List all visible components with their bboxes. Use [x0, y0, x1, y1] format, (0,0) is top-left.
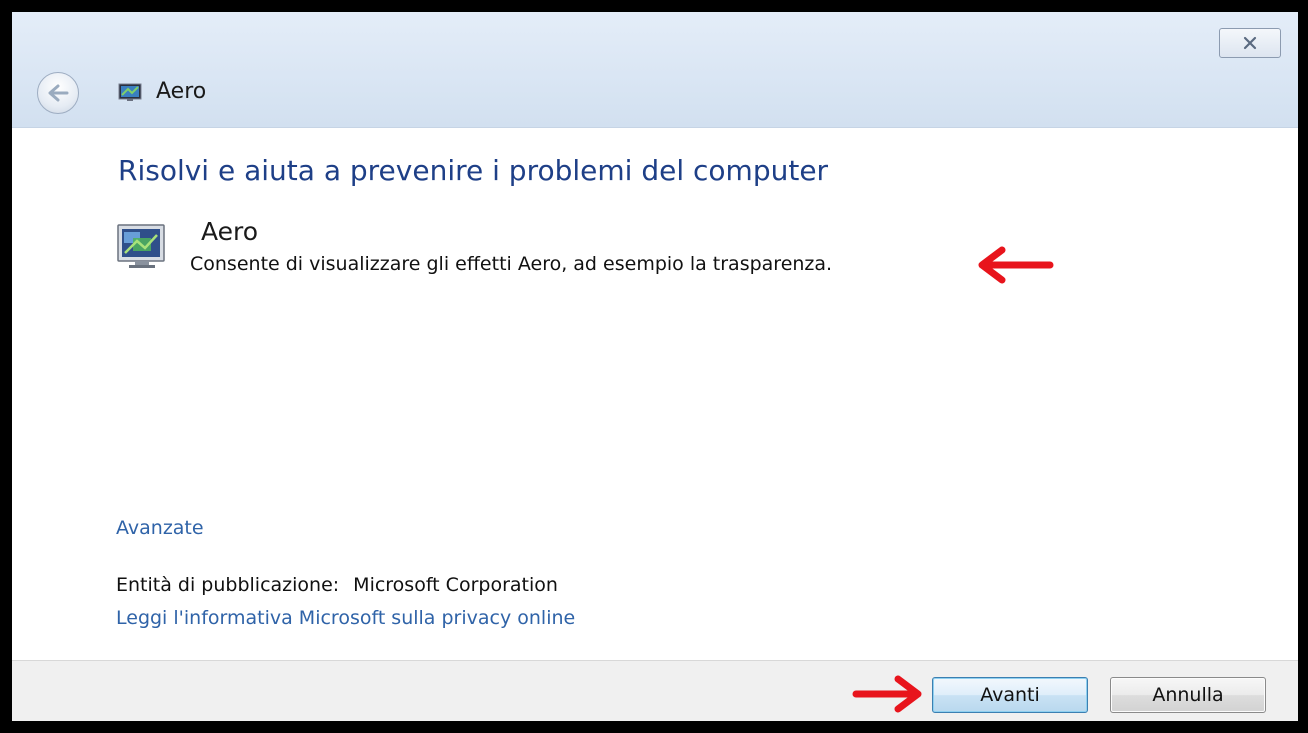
close-button[interactable] — [1219, 28, 1281, 58]
item-title[interactable]: Aero — [201, 217, 258, 246]
footer-bar: Avanti Annulla — [12, 660, 1298, 721]
publisher-label: Entità di pubblicazione: — [116, 574, 340, 596]
close-icon — [1243, 36, 1257, 50]
back-arrow-icon — [48, 84, 69, 102]
advanced-link[interactable]: Avanzate — [116, 517, 204, 539]
window-title: Aero — [156, 79, 207, 104]
item-description: Consente di visualizzare gli effetti Aer… — [190, 253, 833, 275]
page-heading: Risolvi e aiuta a prevenire i problemi d… — [118, 154, 829, 187]
publisher-info: Entità di pubblicazione: Microsoft Corpor… — [116, 574, 558, 596]
troubleshooter-icon — [118, 83, 142, 101]
next-button[interactable]: Avanti — [932, 677, 1088, 713]
red-arrow-icon — [852, 675, 922, 713]
troubleshooter-window: Aero Risolvi e aiuta a prevenire i probl… — [12, 12, 1298, 721]
title-bar: Aero — [12, 12, 1298, 128]
red-arrow-icon — [978, 246, 1054, 284]
cancel-button[interactable]: Annulla — [1110, 677, 1266, 713]
aero-monitor-icon — [117, 224, 165, 268]
back-button[interactable] — [37, 72, 79, 114]
privacy-link[interactable]: Leggi l'informativa Microsoft sulla priv… — [116, 607, 575, 629]
publisher-value: Microsoft Corporation — [353, 574, 558, 596]
